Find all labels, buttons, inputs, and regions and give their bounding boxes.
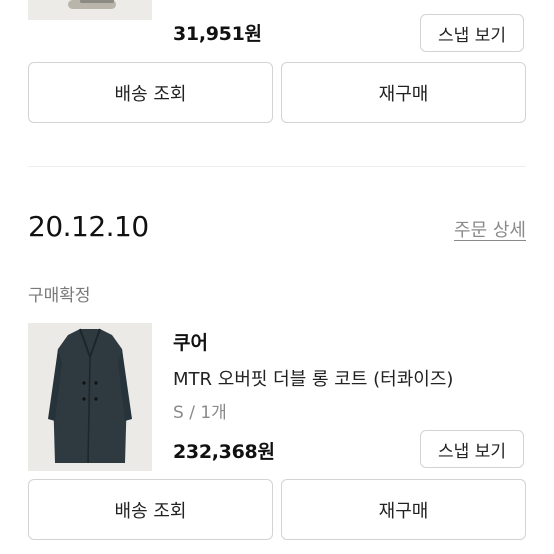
- product-thumbnail-sneakers[interactable]: [28, 0, 152, 20]
- order2-reorder-button[interactable]: 재구매: [281, 479, 526, 540]
- order-date: 20.12.10: [28, 210, 149, 243]
- section-divider: [28, 166, 526, 167]
- product-thumbnail-coat[interactable]: [28, 323, 152, 471]
- order2-track-delivery-button[interactable]: 배송 조회: [28, 479, 273, 540]
- order2-price: 232,368원: [173, 441, 275, 463]
- order1-track-delivery-button[interactable]: 배송 조회: [28, 62, 273, 123]
- product-option: S / 1개: [173, 403, 227, 423]
- coat-image: [48, 328, 132, 464]
- product-brand: 쿠어: [173, 332, 208, 354]
- order1-snap-button[interactable]: 스냅 보기: [420, 14, 524, 52]
- order-status: 구매확정: [28, 286, 91, 306]
- order2-snap-button[interactable]: 스냅 보기: [420, 430, 524, 468]
- order-detail-link[interactable]: 주문 상세: [454, 216, 526, 242]
- order1-reorder-button[interactable]: 재구매: [281, 62, 526, 123]
- sneaker-upper-image: [80, 0, 114, 3]
- cropped-product-name: [173, 0, 473, 4]
- order1-price: 31,951원: [173, 23, 262, 45]
- product-name[interactable]: MTR 오버핏 더블 롱 코트 (터콰이즈): [173, 365, 453, 391]
